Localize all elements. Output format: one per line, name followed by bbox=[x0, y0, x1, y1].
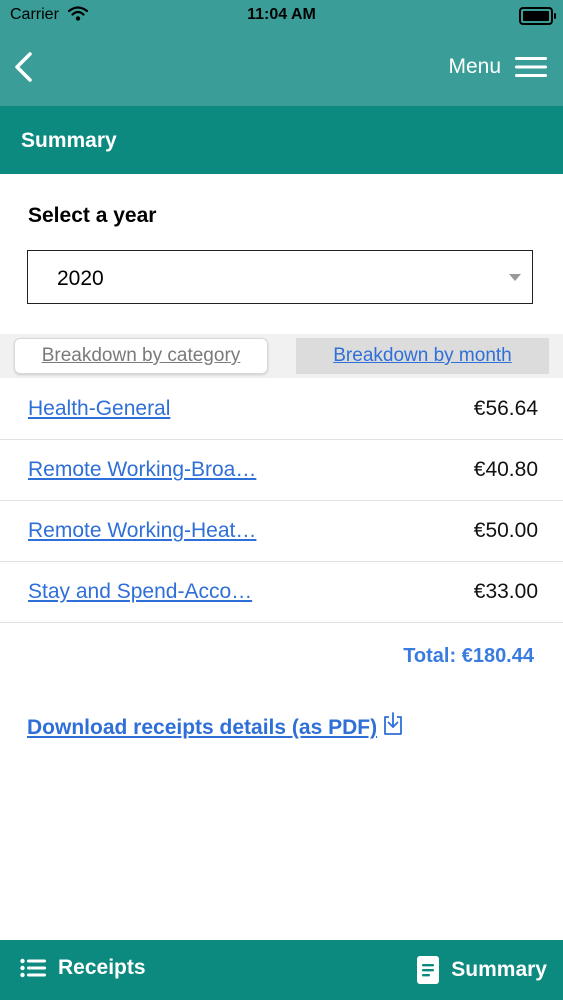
chevron-left-icon bbox=[15, 52, 32, 82]
navigation-bar: Menu bbox=[0, 30, 563, 106]
category-link[interactable]: Health-General bbox=[28, 397, 170, 421]
list-icon bbox=[20, 958, 46, 978]
download-pdf-label: Download receipts details (as PDF) bbox=[27, 716, 378, 739]
document-icon bbox=[417, 956, 440, 984]
tab-breakdown-by-category[interactable]: Breakdown by category bbox=[14, 338, 268, 374]
battery-icon bbox=[519, 7, 556, 25]
category-list: Health-General €56.64 Remote Working-Bro… bbox=[0, 379, 563, 623]
download-icon bbox=[383, 712, 403, 741]
menu-button[interactable]: Menu bbox=[448, 52, 547, 82]
year-select-label: Select a year bbox=[28, 204, 157, 227]
list-item: Stay and Spend-Acco… €33.00 bbox=[0, 562, 563, 623]
clock: 11:04 AM bbox=[247, 6, 316, 23]
tab-receipts[interactable]: Receipts bbox=[20, 956, 146, 980]
category-link[interactable]: Stay and Spend-Acco… bbox=[28, 580, 252, 604]
list-item: Health-General €56.64 bbox=[0, 379, 563, 440]
page-header: Summary bbox=[0, 106, 563, 174]
hamburger-icon bbox=[515, 57, 547, 77]
category-amount: €33.00 bbox=[473, 580, 538, 603]
category-link[interactable]: Remote Working-Heat… bbox=[28, 519, 256, 543]
list-item: Remote Working-Heat… €50.00 bbox=[0, 501, 563, 562]
category-amount: €50.00 bbox=[473, 519, 538, 542]
category-link[interactable]: Remote Working-Broa… bbox=[28, 458, 256, 482]
tab-receipts-label: Receipts bbox=[58, 956, 146, 979]
tab-summary[interactable]: Summary bbox=[417, 956, 547, 984]
list-item: Remote Working-Broa… €40.80 bbox=[0, 440, 563, 501]
caret-down-icon bbox=[509, 274, 521, 281]
status-bar: Carrier 11:04 AM bbox=[0, 0, 563, 30]
total-amount: Total: €180.44 bbox=[403, 645, 534, 667]
year-dropdown[interactable]: 2020 bbox=[27, 250, 533, 304]
download-pdf-link[interactable]: Download receipts details (as PDF) bbox=[27, 712, 403, 741]
page-title: Summary bbox=[21, 129, 117, 152]
category-amount: €56.64 bbox=[473, 397, 538, 420]
year-dropdown-value: 2020 bbox=[57, 267, 104, 290]
category-amount: €40.80 bbox=[473, 458, 538, 481]
menu-label: Menu bbox=[448, 55, 501, 78]
back-button[interactable] bbox=[10, 50, 40, 84]
tab-breakdown-by-month[interactable]: Breakdown by month bbox=[296, 338, 549, 374]
tab-summary-label: Summary bbox=[451, 958, 547, 981]
breakdown-tabs: Breakdown by category Breakdown by month bbox=[0, 334, 563, 378]
bottom-tab-bar: Receipts Summary bbox=[0, 940, 563, 1000]
